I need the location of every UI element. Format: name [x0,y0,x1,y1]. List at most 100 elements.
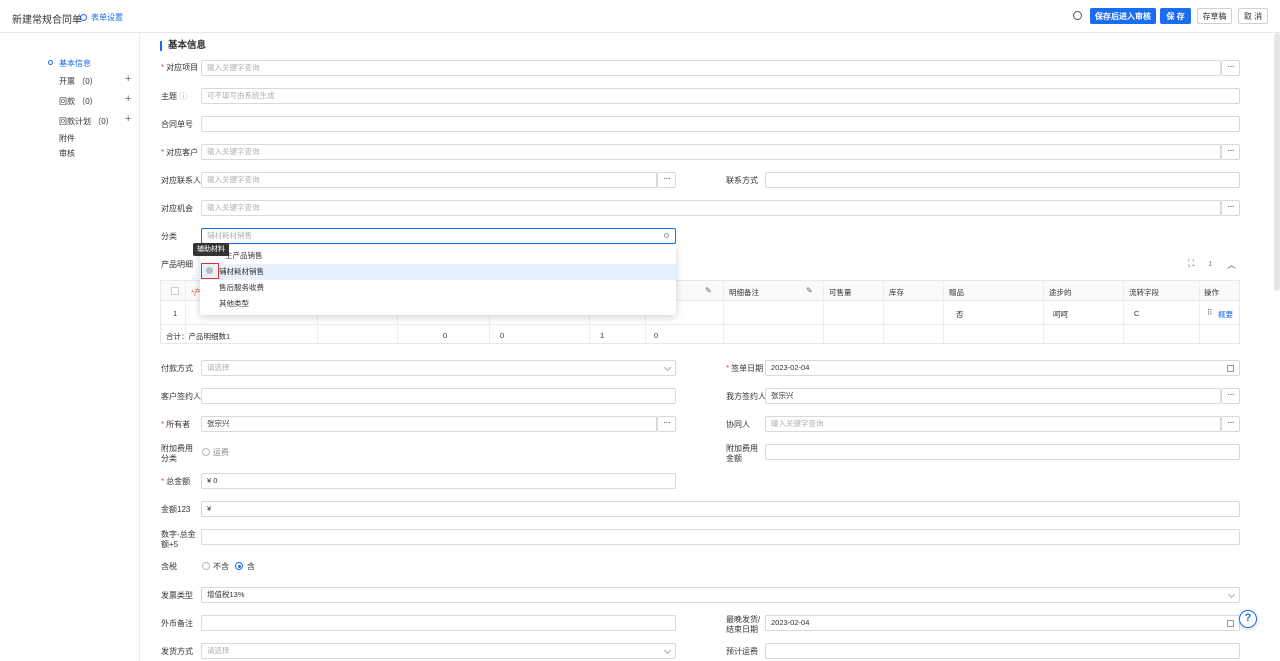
subject-label: 主题 ⓘ [161,92,188,101]
search-icon [664,233,669,238]
contact-method-label: 联系方式 [726,176,758,185]
info-icon: ⓘ [179,92,188,101]
collaborator-label: 协同人 [726,420,750,429]
save-draft-button[interactable]: 存草稿 [1197,8,1232,24]
category-select[interactable]: 辅材耗材销售 [201,228,676,244]
add-payment-plan-plus-icon[interactable]: + [125,113,131,125]
tax-excluded-radio[interactable] [202,562,210,570]
cancel-button[interactable]: 取 消 [1238,8,1268,24]
last-ship-input[interactable]: 2023-02-04 [765,615,1240,631]
invoice-type-select[interactable]: 增值税13% [201,587,1240,603]
category-label: 分类 [161,232,177,241]
summary-v1: 0 [443,331,448,340]
product-detail-label: 产品明细 [161,260,193,269]
our-signer-more-button[interactable]: ··· [1221,388,1240,404]
ship-method-label: 发货方式 [161,647,193,656]
edit-icon[interactable]: ✎ [705,286,712,295]
opportunity-more-button[interactable]: ··· [1221,200,1240,216]
help-button[interactable]: ? [1239,610,1257,628]
contract-no-label: 合同单号 [161,120,193,129]
select-all-checkbox[interactable] [171,287,179,295]
customer-input[interactable]: 输入关键字查询 [201,144,1221,160]
our-signer-label: 我方签约人 [726,392,766,401]
project-more-button[interactable]: ··· [1221,60,1240,76]
amount123-label: 金额123 [161,505,191,514]
collapse-icon[interactable]: ︿ [1227,258,1236,271]
save-and-review-button[interactable]: 保存后进入审核 [1090,8,1156,24]
tax-included-radio[interactable] [235,562,243,570]
owner-label: * 所有者 [161,420,191,429]
tooltip: 辅助材料 [193,243,229,256]
contact-label: 对应联系人 [161,176,201,185]
ship-method-select[interactable]: 请选择 [201,643,676,659]
fullscreen-icon[interactable]: ⛶ [1188,258,1194,269]
invoice-type-label: 发票类型 [161,591,193,600]
summary-label: 合计：产品明细数1 [166,332,231,341]
dropdown-option[interactable]: 其他类型 [200,296,676,312]
subject-input[interactable]: 可不填写由系统生成 [201,88,1240,104]
our-signer-input[interactable]: 张宗兴 [765,388,1221,404]
contact-input[interactable]: 输入关键字查询 [201,172,657,188]
collaborator-more-button[interactable]: ··· [1221,416,1240,432]
sidebar-item-payment-plan[interactable]: 回款计划 （0） [59,116,114,127]
form-settings-link[interactable]: 表单设置 [80,12,123,23]
contract-no-input[interactable] [201,116,1240,132]
payment-method-select[interactable]: 请选择 [201,360,676,376]
est-freight-label: 预计运费 [726,647,758,656]
top-bar: 新建常规合同单 表单设置 保存后进入审核 保 存 存草稿 取 消 [0,0,1280,33]
gear-icon [80,14,87,21]
sidebar-item-basic[interactable]: 基本信息 [59,58,91,69]
add-payment-plus-icon[interactable]: + [125,93,131,105]
section-title: 基本信息 [160,41,206,51]
amount123-input[interactable]: ¥ [201,501,1240,517]
th-gift: 赠品 [949,288,964,297]
page-title: 新建常规合同单 [12,15,82,26]
contact-more-button[interactable]: ··· [657,172,676,188]
number-total-input[interactable] [201,529,1240,545]
tax-included-label: 含 [247,562,255,571]
dropdown-option[interactable]: 主产品销售 [200,248,676,264]
number-total-label: 数字-总金额+5 [161,530,196,549]
tax-label: 含税 [161,562,177,571]
row-summary-link[interactable]: 概要 [1218,309,1233,320]
extra-fee-amount-input[interactable] [765,444,1240,460]
category-dropdown: 主产品销售 辅材耗材销售 售后服务收费 其他类型 [200,245,676,315]
edit-icon[interactable]: ✎ [806,286,813,295]
owner-input[interactable]: 张宗兴 [201,416,657,432]
sidebar-item-attachment[interactable]: 附件 [59,133,75,144]
th-stock: 库存 [889,288,904,297]
opportunity-input[interactable]: 输入关键字查询 [201,200,1221,216]
contact-method-input[interactable] [765,172,1240,188]
est-freight-input[interactable] [765,643,1240,659]
drag-handle-icon[interactable]: ⠿ [1207,308,1213,317]
clock-icon[interactable] [1073,11,1082,20]
sort-icon[interactable]: ↕ [1208,258,1213,268]
sidebar-item-payment[interactable]: 回款 （0） [59,96,98,107]
calendar-icon [1227,620,1234,627]
customer-signer-input[interactable] [201,388,676,404]
dropdown-option-selected[interactable]: 辅材耗材销售 [200,264,676,280]
collaborator-input[interactable]: 输入关键字查询 [765,416,1221,432]
total-amount-label: * 总金额 [161,477,191,486]
owner-more-button[interactable]: ··· [657,416,676,432]
total-amount-input[interactable]: ¥ 0 [201,473,676,489]
info-icon[interactable] [206,267,213,274]
project-input[interactable]: 输入关键字查询 [201,60,1221,76]
scrollbar[interactable] [1274,33,1280,291]
sidebar-item-audit[interactable]: 审核 [59,148,75,159]
customer-label: * 对应客户 [161,148,199,157]
sidebar-item-invoice[interactable]: 开票 （0） [59,76,98,87]
add-invoice-plus-icon[interactable]: + [125,73,131,85]
freight-option-label: 运费 [213,448,229,457]
row-gift: 否 [956,310,964,319]
customer-more-button[interactable]: ··· [1221,144,1240,160]
foreign-note-input[interactable] [201,615,676,631]
sign-date-input[interactable]: 2023-02-04 [765,360,1240,376]
payment-method-label: 付款方式 [161,364,193,373]
freight-radio[interactable] [202,448,210,456]
dropdown-option[interactable]: 售后服务收费 [200,280,676,296]
th-action: 操作 [1204,288,1219,297]
summary-v2: 0 [500,331,505,340]
save-button[interactable]: 保 存 [1160,8,1191,24]
table-summary-row: 合计：产品明细数1 0 0 1 0 [161,325,1239,344]
